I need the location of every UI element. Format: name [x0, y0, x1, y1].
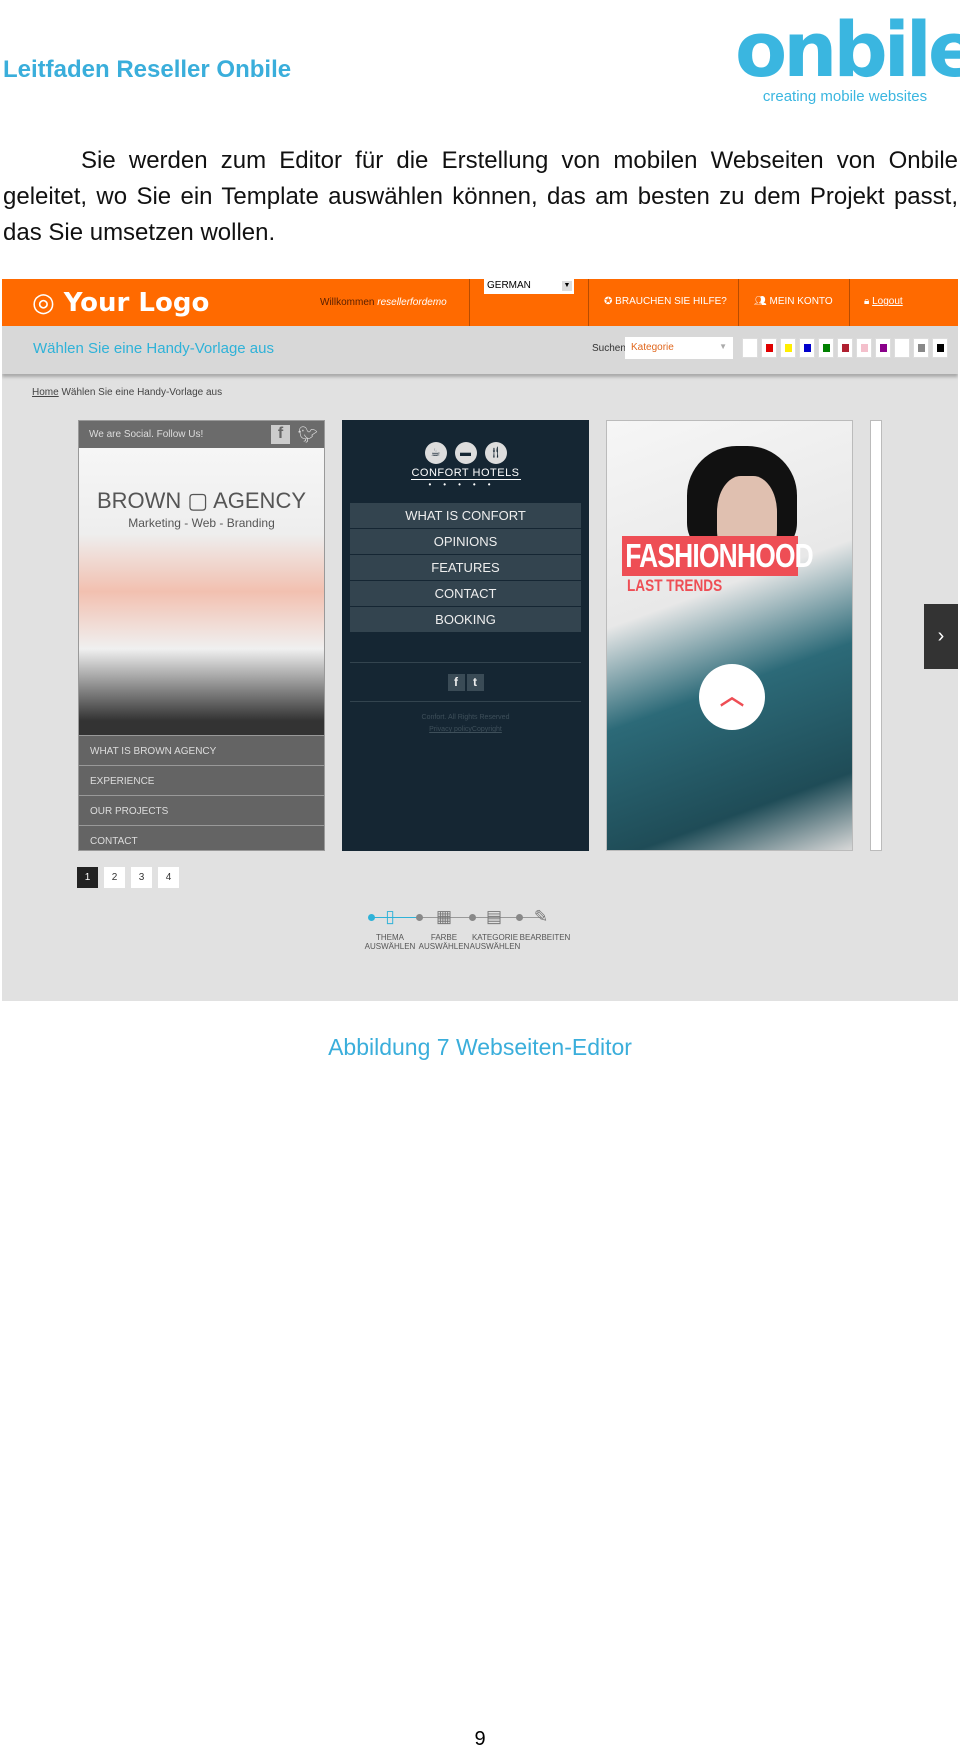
- template-card-fashionhood[interactable]: FASHIONHOOD LAST TRENDS ︿: [606, 420, 853, 851]
- onbile-logo: onbile creating mobile websites: [735, 5, 960, 118]
- figure-caption: Abbildung 7 Webseiten-Editor: [328, 1034, 632, 1060]
- document-title: Leitfaden Reseller Onbile: [3, 56, 292, 83]
- nav-item: WHAT IS BROWN AGENCY: [79, 735, 324, 765]
- help-link[interactable]: ✪ BRAUCHEN SIE HILFE?: [604, 296, 727, 307]
- color-swatch[interactable]: [837, 338, 853, 358]
- color-swatch[interactable]: [856, 338, 872, 358]
- color-swatch[interactable]: [761, 338, 777, 358]
- nav-item: CONTACT: [79, 825, 324, 850]
- twitter-icon: t: [466, 674, 484, 691]
- color-swatch[interactable]: [932, 338, 948, 358]
- menu-item: OPINIONS: [350, 529, 581, 554]
- step-label: BEARBEITEN: [519, 933, 571, 942]
- menu-item: FEATURES: [350, 555, 581, 580]
- color-swatch[interactable]: [818, 338, 834, 358]
- phone-icon[interactable]: ▯: [380, 906, 400, 928]
- search-label: Suchen: [592, 343, 626, 354]
- color-swatch[interactable]: [742, 338, 758, 358]
- facebook-icon: f: [447, 674, 465, 691]
- page-button[interactable]: 2: [104, 867, 125, 888]
- nav-item: EXPERIENCE: [79, 765, 324, 795]
- lock-icon: 🔒︎: [864, 296, 870, 307]
- lifebuoy-icon: ✪: [604, 296, 613, 307]
- grid-icon[interactable]: ▦: [434, 906, 454, 928]
- menu-item: CONTACT: [350, 581, 581, 606]
- editor-screenshot: ◎ Your Logo Willkommen resellerfordemo G…: [2, 279, 958, 1001]
- chevron-down-icon: ▼: [562, 281, 572, 291]
- language-select[interactable]: GERMAN ▼: [484, 279, 574, 294]
- next-arrow-button[interactable]: ›: [924, 604, 958, 669]
- welcome-text: Willkommen resellerfordemo: [320, 297, 447, 308]
- color-swatch[interactable]: [913, 338, 929, 358]
- page-number: 9: [474, 1728, 486, 1750]
- category-select[interactable]: Kategorie ▼: [625, 337, 733, 359]
- hero-image: BROWN ▢ AGENCY Marketing - Web - Brandin…: [79, 448, 324, 735]
- chevron-right-icon: ›: [937, 625, 945, 647]
- menu-item: BOOKING: [350, 607, 581, 632]
- clipboard-icon[interactable]: ▤: [484, 906, 504, 928]
- color-swatch[interactable]: [875, 338, 891, 358]
- users-icon: 👥︎: [754, 296, 767, 307]
- color-swatch[interactable]: [894, 338, 910, 358]
- cutlery-icon: 🍴︎: [484, 442, 507, 464]
- twitter-icon: 🐦︎: [297, 427, 318, 444]
- cup-icon: ☕︎: [424, 442, 447, 464]
- menu-item: WHAT IS CONFORT: [350, 503, 581, 528]
- chevron-up-icon: ︿: [699, 664, 765, 730]
- logo-tagline: creating mobile websites: [762, 88, 928, 105]
- color-swatch[interactable]: [780, 338, 796, 358]
- page-button[interactable]: 3: [131, 867, 152, 888]
- account-link[interactable]: 👥︎ MEIN KONTO: [754, 296, 833, 307]
- logout-link[interactable]: 🔒︎ Logout: [864, 296, 903, 307]
- logo-word: onbile: [735, 5, 960, 94]
- bed-icon: ▬: [454, 442, 477, 464]
- toolbar: Wählen Sie eine Handy-Vorlage aus Suchen…: [2, 326, 958, 374]
- facebook-icon: f: [271, 425, 290, 444]
- color-swatch[interactable]: [799, 338, 815, 358]
- page-title: Wählen Sie eine Handy-Vorlage aus: [33, 340, 274, 357]
- template-card-confort-hotels[interactable]: ☕︎ ▬ 🍴︎ CONFORT HOTELS ••••• WHAT IS CONFO…: [342, 420, 589, 851]
- chevron-down-icon: ▼: [719, 342, 727, 351]
- paragraph-text: Sie werden zum Editor für die Erstellung…: [3, 147, 958, 246]
- body-paragraph: Sie werden zum Editor für die Erstellung…: [3, 143, 958, 251]
- wizard-steps: ▯ ▦ ▤ ✎ THEMA AUSWÄHLEN FARBE AUSWÄHLEN KA…: [365, 901, 596, 951]
- page-button[interactable]: 4: [158, 867, 179, 888]
- template-card-partial[interactable]: [870, 420, 882, 851]
- page-button[interactable]: 1: [77, 867, 98, 888]
- pencil-icon[interactable]: ✎: [531, 906, 551, 928]
- breadcrumb: Home Wählen Sie eine Handy-Vorlage aus: [32, 387, 223, 398]
- your-logo[interactable]: ◎ Your Logo: [32, 288, 209, 318]
- editor-header: ◎ Your Logo Willkommen resellerfordemo G…: [2, 279, 958, 326]
- breadcrumb-home[interactable]: Home: [32, 387, 59, 398]
- nav-item: OUR PROJECTS: [79, 795, 324, 825]
- step-label: THEMA AUSWÄHLEN: [364, 933, 416, 951]
- template-card-brown-agency[interactable]: We are Social. Follow Us! f 🐦︎ BROWN ▢ AGE…: [78, 420, 325, 851]
- pagination: 1 2 3 4: [77, 867, 179, 888]
